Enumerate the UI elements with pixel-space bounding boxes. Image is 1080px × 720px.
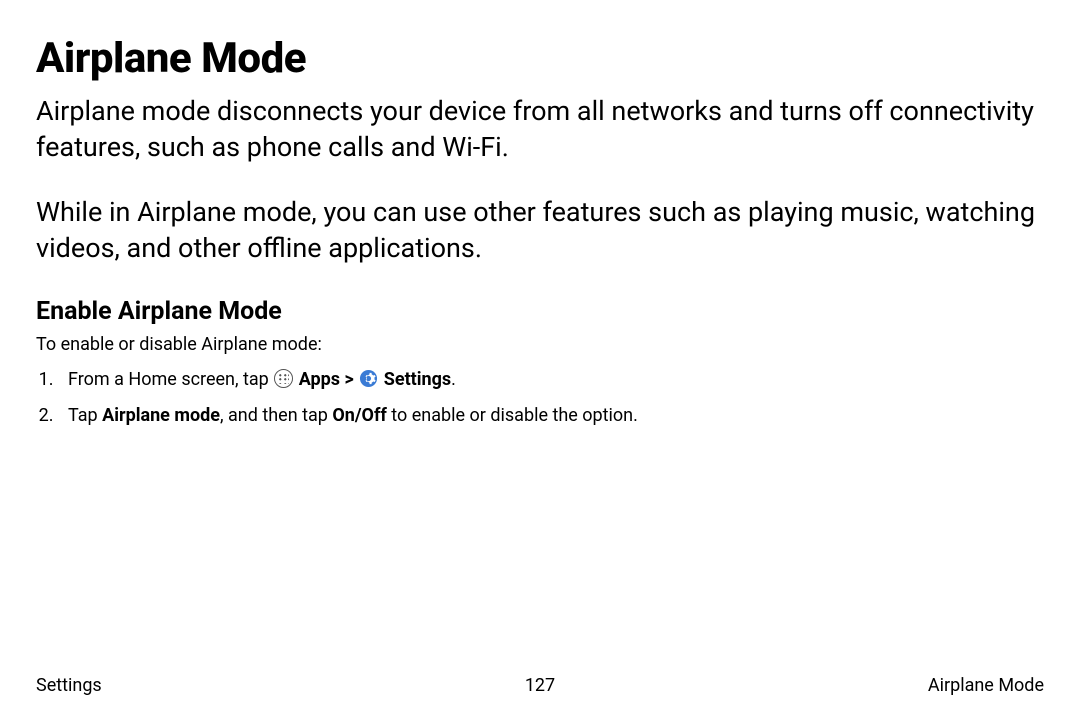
step-1: From a Home screen, tap Apps > Settings. bbox=[58, 367, 1044, 393]
footer-left: Settings bbox=[36, 675, 102, 696]
section-intro: To enable or disable Airplane mode: bbox=[36, 334, 1044, 355]
page-title: Airplane Mode bbox=[36, 34, 1044, 83]
steps-list: From a Home screen, tap Apps > Settings.… bbox=[36, 367, 1044, 429]
step-1-separator: > bbox=[340, 369, 358, 390]
step-2-pre: Tap bbox=[68, 405, 102, 426]
step-1-apps-label: Apps bbox=[299, 369, 340, 390]
step-1-post: . bbox=[451, 369, 456, 390]
step-2-bold-1: Airplane mode bbox=[102, 405, 220, 426]
apps-icon bbox=[274, 369, 293, 388]
step-1-pre: From a Home screen, tap bbox=[68, 369, 273, 390]
footer-page-number: 127 bbox=[525, 675, 555, 696]
footer-right: Airplane Mode bbox=[928, 675, 1044, 696]
intro-paragraph-1: Airplane mode disconnects your device fr… bbox=[36, 93, 1044, 166]
page-footer: Settings 127 Airplane Mode bbox=[36, 675, 1044, 696]
step-2-bold-2: On/Off bbox=[332, 405, 386, 426]
settings-icon bbox=[359, 369, 378, 388]
step-1-settings-label: Settings bbox=[384, 369, 451, 390]
intro-paragraph-2: While in Airplane mode, you can use othe… bbox=[36, 194, 1044, 267]
step-2-post: to enable or disable the option. bbox=[387, 405, 638, 426]
step-2: Tap Airplane mode, and then tap On/Off t… bbox=[58, 403, 1044, 429]
step-2-mid: , and then tap bbox=[220, 405, 332, 426]
section-heading: Enable Airplane Mode bbox=[36, 297, 1044, 326]
